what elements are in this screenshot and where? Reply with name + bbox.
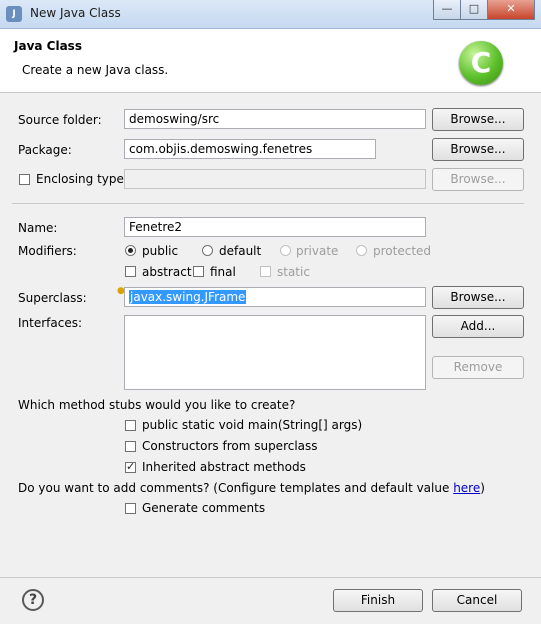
modifier-public-radio[interactable] [125, 245, 136, 256]
package-field[interactable]: com.objis.demoswing.fenetres [124, 139, 376, 159]
inherited-methods-checkbox[interactable] [125, 460, 136, 473]
generate-comments-label: Generate comments [142, 501, 266, 515]
java-app-icon: J [6, 6, 22, 22]
java-class-logo-icon: C [459, 41, 503, 85]
interfaces-list[interactable] [124, 315, 426, 390]
modifier-default-radio[interactable] [202, 245, 213, 256]
generate-comments-checkbox[interactable] [125, 503, 136, 514]
minimize-button[interactable]: — [433, 0, 461, 20]
comments-question: Do you want to add comments? (Configure … [18, 481, 485, 495]
enclosing-type-browse-button: Browse... [432, 168, 524, 191]
source-folder-browse-button[interactable]: Browse... [432, 108, 524, 131]
source-folder-field[interactable]: demoswing/src [124, 109, 426, 129]
modifier-final-checkbox[interactable] [193, 266, 204, 277]
remove-interface-button: Remove [432, 356, 524, 379]
add-interface-button[interactable]: Add... [432, 315, 524, 338]
interfaces-label: Interfaces: [18, 316, 83, 330]
package-label: Package: [18, 143, 72, 157]
cancel-button[interactable]: Cancel [432, 589, 522, 612]
modifier-abstract-checkbox[interactable] [125, 266, 136, 277]
comments-question-end: ) [480, 481, 485, 495]
enclosing-type-checkbox[interactable] [19, 174, 30, 185]
constructors-label: Constructors from superclass [142, 439, 318, 453]
name-label: Name: [18, 221, 58, 235]
modifier-protected-label: protected [373, 244, 432, 258]
finish-button[interactable]: Finish [333, 589, 423, 612]
modifier-protected-radio [356, 245, 367, 256]
separator [12, 203, 524, 204]
footer-separator [0, 577, 541, 578]
enclosing-type-field [124, 169, 426, 189]
modifier-private-radio [280, 245, 291, 256]
wizard-subtitle: Create a new Java class. [22, 63, 169, 77]
modifier-static-label: static [277, 265, 310, 279]
wizard-title: Java Class [14, 39, 82, 53]
superclass-label: Superclass: [18, 291, 87, 305]
superclass-browse-button[interactable]: Browse... [432, 286, 524, 309]
main-method-checkbox[interactable] [125, 420, 136, 431]
modifier-private-label: private [296, 244, 339, 258]
window-title: New Java Class [30, 6, 121, 20]
superclass-field[interactable]: javax.swing.JFrame [124, 287, 426, 307]
modifier-static-checkbox [260, 266, 271, 277]
comments-question-text: Do you want to add comments? (Configure … [18, 481, 454, 495]
modifiers-label: Modifiers: [18, 244, 77, 258]
close-button[interactable]: ✕ [487, 0, 535, 20]
enclosing-type-label: Enclosing type: [36, 172, 128, 186]
inherited-methods-label: Inherited abstract methods [142, 460, 306, 474]
main-method-label: public static void main(String[] args) [142, 418, 363, 432]
method-stubs-question: Which method stubs would you like to cre… [18, 398, 296, 412]
help-icon[interactable]: ? [22, 589, 44, 611]
modifier-abstract-label: abstract [142, 265, 192, 279]
modifier-default-label: default [219, 244, 262, 258]
constructors-checkbox[interactable] [125, 441, 136, 452]
logo-letter: C [470, 46, 492, 79]
package-browse-button[interactable]: Browse... [432, 138, 524, 161]
superclass-value: javax.swing.JFrame [129, 290, 247, 304]
configure-templates-link[interactable]: here [453, 481, 480, 495]
modifier-final-label: final [210, 265, 236, 279]
modifier-public-label: public [142, 244, 179, 258]
maximize-button[interactable]: □ [460, 0, 488, 20]
source-folder-label: Source folder: [18, 113, 102, 127]
class-name-field[interactable]: Fenetre2 [124, 217, 426, 237]
